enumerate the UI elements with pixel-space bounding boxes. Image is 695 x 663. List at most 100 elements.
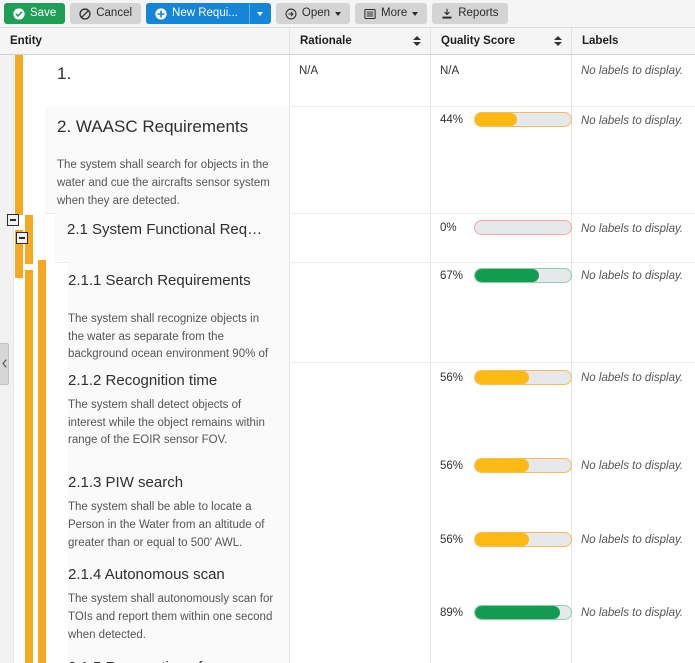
chevron-left-icon — [2, 355, 7, 373]
new-requirement-split-button: New Requi... — [146, 3, 271, 24]
entity-title: 2.1.4 Autonomous scan — [68, 566, 277, 585]
collapse-toggle-row-2-1[interactable] — [16, 232, 28, 244]
entity-cell[interactable]: 2. WAASC Requirements The system shall s… — [45, 106, 289, 213]
reports-button[interactable]: Reports — [432, 3, 507, 24]
chevron-down-icon — [412, 12, 418, 16]
cancel-label: Cancel — [96, 8, 132, 20]
column-divider — [430, 55, 431, 663]
labels-value: No labels to display. — [581, 460, 683, 472]
more-label: More — [381, 8, 407, 20]
entity-title: 2.1.1 Search Requirements — [68, 272, 277, 291]
new-requirement-dropdown-toggle[interactable] — [249, 3, 271, 24]
entity-cell[interactable]: 1. — [45, 55, 289, 106]
quality-score-value: N/A — [440, 65, 459, 77]
entity-description: The system shall autonomously scan for T… — [68, 591, 277, 644]
quality-score-bar — [474, 532, 572, 547]
chevron-down-icon — [257, 12, 263, 16]
tree-bar-level-2 — [25, 270, 33, 663]
rationale-cell: N/A — [289, 65, 328, 77]
labels-cell: No labels to display. — [571, 372, 693, 384]
save-button[interactable]: Save — [4, 3, 65, 24]
column-header-rationale-label: Rationale — [300, 35, 352, 47]
chevron-down-icon — [335, 12, 341, 16]
cancel-button[interactable]: Cancel — [70, 3, 141, 24]
row-divider — [289, 362, 695, 363]
labels-value: No labels to display. — [581, 270, 683, 282]
list-icon — [364, 8, 376, 20]
check-circle-icon — [13, 8, 25, 20]
quality-score-bar — [474, 458, 572, 473]
entity-title: 1. — [57, 63, 277, 84]
column-header-labels[interactable]: Labels — [571, 28, 695, 54]
sort-icon[interactable] — [413, 36, 421, 46]
more-button[interactable]: More — [355, 3, 427, 24]
labels-cell: No labels to display. — [571, 65, 693, 77]
quality-score-bar — [474, 268, 572, 283]
quality-score-cell: 67% — [430, 268, 572, 283]
open-button[interactable]: Open — [276, 3, 350, 24]
collapse-toggle-row-2[interactable] — [7, 214, 19, 226]
quality-score-cell: N/A — [430, 65, 469, 77]
quality-score-value: 56% — [440, 372, 466, 384]
download-tray-icon — [441, 8, 453, 20]
labels-value: No labels to display. — [581, 607, 683, 619]
quality-score-bar — [474, 605, 572, 620]
quality-score-value: 0% — [440, 222, 466, 234]
quality-score-value: 56% — [440, 534, 466, 546]
new-requirement-label: New Requi... — [172, 8, 238, 20]
entity-description: The system shall be able to locate a Per… — [68, 499, 277, 552]
entity-title: 2.1.2 Recognition time — [68, 372, 277, 391]
quality-score-value: 56% — [440, 460, 466, 472]
labels-value: No labels to display. — [581, 115, 683, 127]
labels-cell: No labels to display. — [571, 460, 693, 472]
quality-score-value: 89% — [440, 607, 466, 619]
entity-cell[interactable]: 2.1 System Functional Req… — [55, 213, 289, 262]
labels-cell: No labels to display. — [571, 270, 693, 282]
entity-title: 2. WAASC Requirements — [57, 116, 277, 137]
reports-label: Reports — [458, 8, 498, 20]
labels-value: No labels to display. — [581, 223, 683, 235]
entity-title: 2.1.3 PIW search — [68, 474, 277, 493]
open-label: Open — [302, 8, 330, 20]
column-header-rationale[interactable]: Rationale — [289, 28, 430, 54]
quality-score-value: 44% — [440, 114, 466, 126]
save-label: Save — [30, 8, 56, 20]
entity-title: 2.1.5 Resumption of scan — [68, 659, 277, 663]
labels-cell: No labels to display. — [571, 223, 693, 235]
quality-score-bar — [474, 220, 572, 235]
labels-cell: No labels to display. — [571, 534, 693, 546]
new-requirement-button[interactable]: New Requi... — [146, 3, 249, 24]
labels-cell: No labels to display. — [571, 115, 693, 127]
column-header-quality-score[interactable]: Quality Score — [430, 28, 571, 54]
requirements-grid: Entity Rationale Quality Score Labels — [0, 28, 695, 663]
column-header-entity[interactable]: Entity — [0, 28, 289, 54]
ban-icon — [79, 8, 91, 20]
column-divider — [289, 55, 290, 663]
labels-value: No labels to display. — [581, 372, 683, 384]
quality-score-bar — [474, 370, 572, 385]
arrow-circle-right-icon — [285, 8, 297, 20]
column-header-quality-score-label: Quality Score — [441, 35, 515, 47]
tree-bar-level-3 — [38, 260, 46, 663]
column-header-entity-label: Entity — [10, 35, 42, 47]
grid-body: 1. N/A N/A No labels to display. 2. WAAS… — [0, 55, 695, 663]
rationale-value: N/A — [299, 65, 318, 77]
entity-description: The system shall detect objects of inter… — [68, 397, 277, 450]
labels-value: No labels to display. — [581, 65, 683, 77]
entity-cell[interactable]: 2.1.1 Search Requirements The system sha… — [68, 262, 289, 362]
quality-score-value: 67% — [440, 270, 466, 282]
tree-bar-level-1 — [15, 55, 23, 215]
column-divider — [571, 55, 572, 663]
entity-title: 2.1 System Functional Req… — [67, 221, 277, 240]
entity-cell[interactable]: 2.1.2 Recognition time The system shall … — [68, 362, 289, 663]
panel-collapse-handle[interactable] — [0, 343, 9, 385]
grid-header: Entity Rationale Quality Score Labels — [0, 28, 695, 55]
quality-score-cell: 56% — [430, 458, 572, 473]
quality-score-bar — [474, 112, 572, 127]
plus-circle-icon — [155, 8, 167, 20]
quality-score-cell: 56% — [430, 370, 572, 385]
labels-value: No labels to display. — [581, 534, 683, 546]
quality-score-cell: 44% — [430, 112, 572, 127]
toolbar: Save Cancel New Requi... Open More — [0, 0, 695, 28]
sort-icon[interactable] — [554, 36, 562, 46]
